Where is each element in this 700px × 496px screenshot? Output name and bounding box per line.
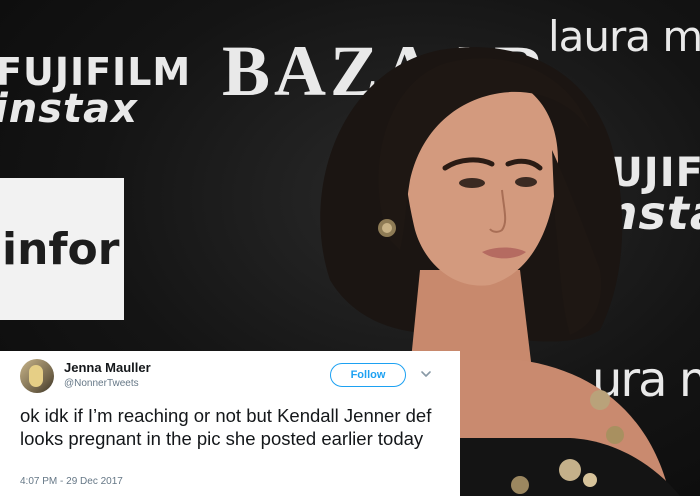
avatar-image — [29, 365, 43, 387]
tweet-display-name[interactable]: Jenna Mauller — [64, 360, 151, 375]
follow-button[interactable]: Follow — [330, 363, 406, 387]
backdrop-instax-logo-left: instax — [0, 86, 138, 132]
chevron-down-icon[interactable] — [419, 367, 433, 381]
avatar[interactable] — [20, 359, 54, 393]
tweet-text: ok idk if I’m reaching or not but Kendal… — [20, 405, 432, 449]
tweet-handle[interactable]: @NonnerTweets — [64, 378, 139, 389]
backdrop-infor-logo: infor — [2, 224, 120, 275]
tweet-card: Jenna Mauller @NonnerTweets Follow ok id… — [0, 351, 460, 496]
tweet-timestamp[interactable]: 4:07 PM - 29 Dec 2017 — [20, 476, 123, 487]
